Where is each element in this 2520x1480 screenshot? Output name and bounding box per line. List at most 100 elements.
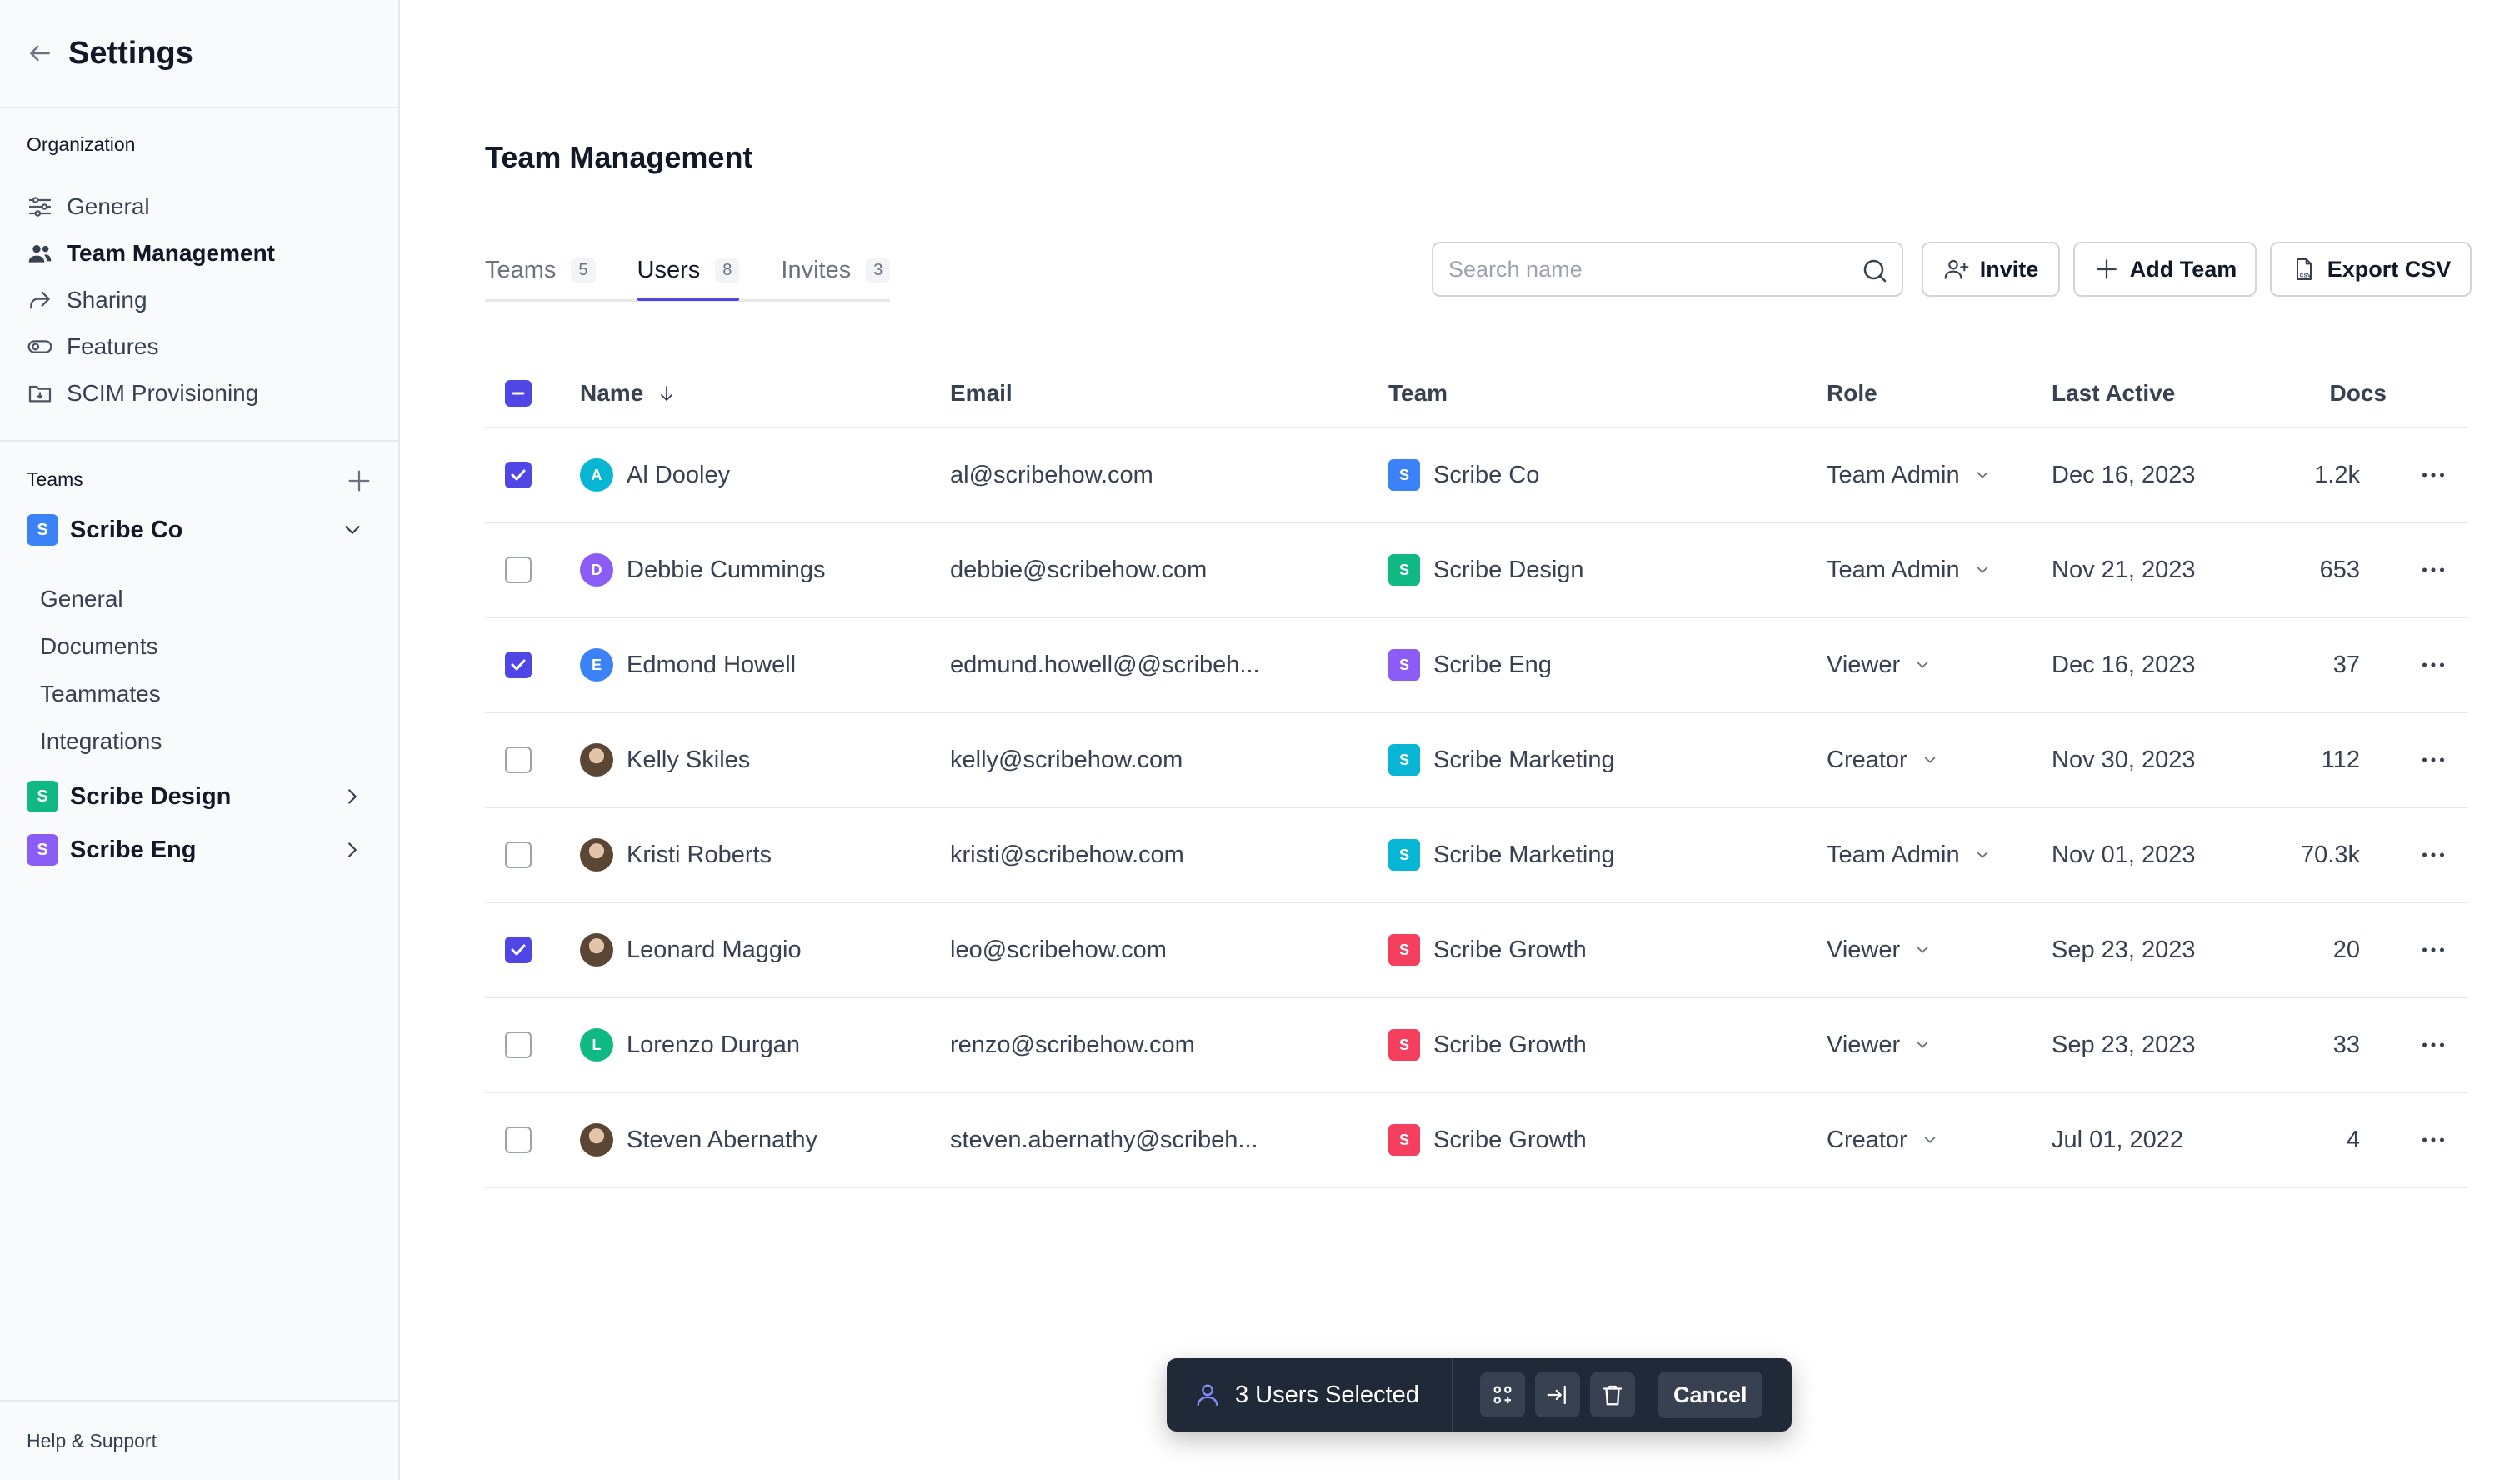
- settings-title: Settings: [68, 35, 193, 71]
- sidebar-team-scribe-co[interactable]: S Scribe Co: [27, 510, 377, 550]
- role-dropdown[interactable]: Creator: [1827, 747, 1939, 774]
- more-horizontal-icon: [2422, 568, 2445, 572]
- role-dropdown[interactable]: Viewer: [1827, 1032, 1932, 1059]
- docs-count: 112: [2321, 746, 2360, 773]
- select-all-cell: [505, 380, 532, 407]
- delete-users-button[interactable]: [1590, 1372, 1635, 1418]
- table-row[interactable]: Kelly Skiles kelly@scribehow.com S Scribe M…: [485, 713, 2468, 808]
- row-checkbox[interactable]: [505, 462, 532, 488]
- role-dropdown[interactable]: Creator: [1827, 1127, 1939, 1154]
- organization-label: Organization: [27, 133, 136, 155]
- tab-invites[interactable]: Invites 3: [781, 242, 891, 298]
- user-team: Scribe Design: [1433, 556, 1584, 583]
- row-checkbox[interactable]: [505, 1127, 532, 1153]
- table-row[interactable]: L Lorenzo Durgan renzo@scribehow.com S Scrib…: [485, 998, 2468, 1093]
- more-horizontal-icon: [2422, 662, 2445, 668]
- add-team-plus-icon[interactable]: [345, 467, 373, 495]
- nav-item-label: General: [67, 193, 150, 219]
- nav-item-scim-provisioning[interactable]: SCIM Provisioning: [0, 370, 398, 417]
- table-row[interactable]: Steven Abernathy steven.abernathy@scribeh…: [485, 1093, 2468, 1188]
- sidebar-team-scribe-design[interactable]: S Scribe Design: [27, 777, 377, 817]
- selected-label: 3 Users Selected: [1235, 1381, 1419, 1408]
- row-checkbox[interactable]: [505, 652, 532, 678]
- chevron-right-icon[interactable]: [340, 784, 365, 809]
- row-actions-button[interactable]: [2418, 745, 2448, 775]
- last-active: Nov 01, 2023: [2052, 841, 2196, 868]
- team-badge: S: [27, 834, 58, 866]
- user-team: Scribe Growth: [1433, 1031, 1587, 1058]
- more-horizontal-icon: [2422, 852, 2445, 858]
- tab-label: Invites: [781, 256, 852, 283]
- docs-count: 1.2k: [2314, 461, 2360, 488]
- chevron-down-icon: [1917, 947, 1928, 953]
- table-row[interactable]: E Edmond Howell edmund.howell@@scribeh... S…: [485, 618, 2468, 713]
- row-actions-button[interactable]: [2418, 555, 2448, 585]
- role-dropdown[interactable]: Team Admin: [1827, 842, 1992, 869]
- docs-count: 4: [2346, 1126, 2360, 1153]
- row-actions-button[interactable]: [2418, 1125, 2448, 1155]
- user-team-cell: S Scribe Growth: [1388, 1029, 1587, 1061]
- tab-users[interactable]: Users 8: [637, 242, 740, 301]
- chevron-down-icon: [1924, 1137, 1936, 1143]
- help-support-link[interactable]: Help & Support: [0, 1400, 398, 1480]
- user-name: Debbie Cummings: [627, 556, 826, 583]
- sidebar-team-scribe-eng[interactable]: S Scribe Eng: [27, 830, 377, 870]
- nav-item-team-management[interactable]: Team Management: [0, 230, 398, 277]
- search-input[interactable]: [1448, 256, 1848, 282]
- table-row[interactable]: Leonard Maggio leo@scribehow.com S Scribe G…: [485, 903, 2468, 998]
- row-checkbox-cell: [505, 747, 532, 773]
- role-dropdown[interactable]: Team Admin: [1827, 462, 1992, 489]
- nav-item-features[interactable]: Features: [0, 323, 398, 370]
- row-checkbox[interactable]: [505, 557, 532, 583]
- header-name[interactable]: Name: [580, 380, 677, 407]
- subnav-documents[interactable]: Documents: [40, 622, 162, 670]
- subnav-integrations[interactable]: Integrations: [40, 718, 162, 765]
- select-all-checkbox[interactable]: [505, 380, 532, 407]
- role-dropdown[interactable]: Viewer: [1827, 652, 1932, 679]
- invite-button[interactable]: Invite: [1922, 242, 2060, 297]
- add-team-button[interactable]: Add Team: [2073, 242, 2257, 297]
- export-csv-button[interactable]: CSV Export CSV: [2270, 242, 2472, 297]
- sliders-icon: [28, 197, 52, 217]
- chevron-right-icon[interactable]: [340, 838, 365, 862]
- nav-item-label: Features: [67, 333, 159, 359]
- cancel-selection-button[interactable]: Cancel: [1658, 1372, 1762, 1418]
- row-actions-button[interactable]: [2418, 650, 2448, 680]
- tab-bar: Teams 5 Users 8 Invites 3: [485, 242, 891, 302]
- row-actions-button[interactable]: [2418, 460, 2448, 490]
- row-checkbox[interactable]: [505, 842, 532, 868]
- subnav-general[interactable]: General: [40, 575, 162, 622]
- user-team: Scribe Growth: [1433, 1126, 1587, 1153]
- move-users-button[interactable]: [1535, 1372, 1580, 1418]
- table-row[interactable]: D Debbie Cummings debbie@scribehow.com S Scr…: [485, 523, 2468, 618]
- grid-icon: [1493, 1386, 1512, 1404]
- subnav-teammates[interactable]: Teammates: [40, 670, 162, 718]
- assign-team-button[interactable]: [1480, 1372, 1525, 1418]
- sidebar: Settings Organization General Team Manag…: [0, 0, 400, 1480]
- row-checkbox[interactable]: [505, 1032, 532, 1058]
- more-horizontal-icon: [2422, 758, 2445, 762]
- nav-item-general[interactable]: General: [0, 183, 398, 230]
- table-row[interactable]: Kristi Roberts kristi@scribehow.com S Scrib…: [485, 808, 2468, 903]
- user-team-cell: S Scribe Design: [1388, 554, 1584, 586]
- chevron-down-icon[interactable]: [340, 518, 365, 542]
- row-checkbox[interactable]: [505, 747, 532, 773]
- tab-teams[interactable]: Teams 5: [485, 242, 596, 298]
- avatar: E: [580, 648, 613, 682]
- nav-item-sharing[interactable]: Sharing: [0, 277, 398, 323]
- table-row[interactable]: A Al Dooley al@scribehow.com S Scribe Co Team…: [485, 428, 2468, 523]
- role-dropdown[interactable]: Viewer: [1827, 937, 1932, 964]
- role-dropdown[interactable]: Team Admin: [1827, 557, 1992, 584]
- row-actions-button[interactable]: [2418, 840, 2448, 870]
- row-actions-button[interactable]: [2418, 1030, 2448, 1060]
- user-name: Edmond Howell: [627, 651, 797, 678]
- user-name: Kristi Roberts: [627, 841, 772, 868]
- team-label: Scribe Eng: [70, 836, 197, 863]
- search-icon[interactable]: [1860, 256, 1890, 286]
- row-actions-button[interactable]: [2418, 935, 2448, 965]
- team-label: Scribe Design: [70, 782, 232, 810]
- back-arrow-icon[interactable]: [27, 40, 53, 67]
- tab-label: Teams: [485, 256, 557, 283]
- team-label: Scribe Co: [70, 516, 183, 543]
- row-checkbox[interactable]: [505, 937, 532, 963]
